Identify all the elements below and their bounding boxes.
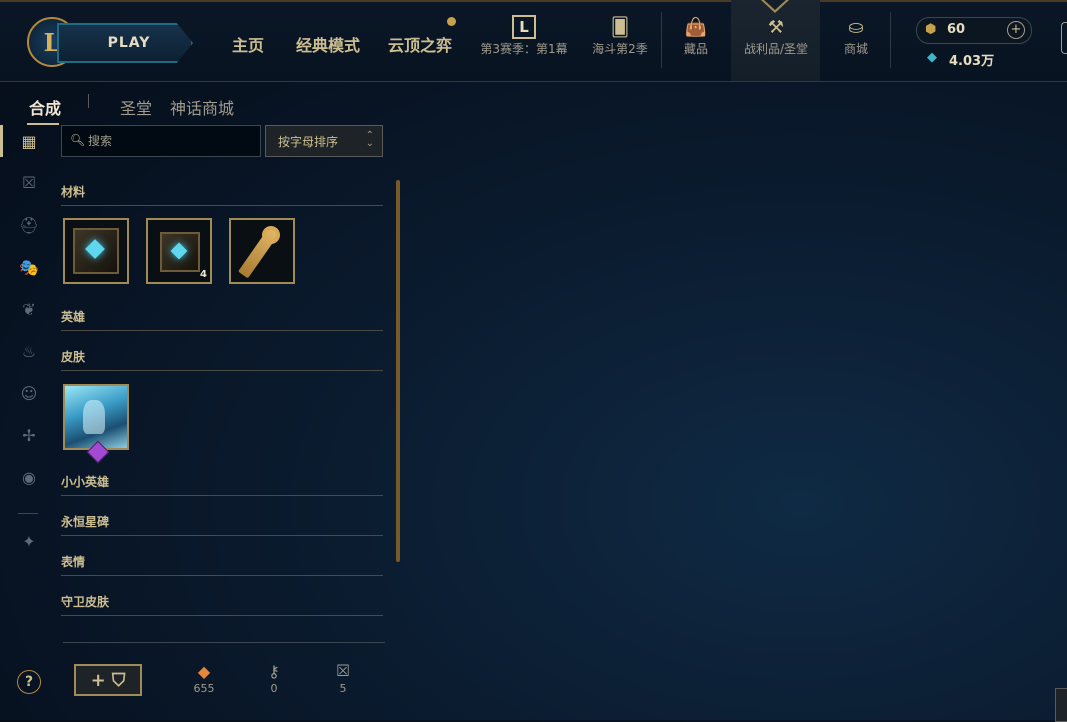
section-ward-skins[interactable]: 守卫皮肤 xyxy=(61,593,383,616)
section-skins[interactable]: 皮肤 xyxy=(61,348,383,371)
section-eternals[interactable]: 永恒星碑 xyxy=(61,513,383,536)
play-button[interactable]: PLAY xyxy=(57,23,193,63)
nav-divider xyxy=(661,12,662,68)
item-count: 4 xyxy=(200,269,207,280)
cards-icon: 🂠 xyxy=(610,16,630,38)
loot-item-key[interactable] xyxy=(229,218,295,284)
key-fragment-icon: ⚷ xyxy=(268,661,280,681)
loot-item-skin[interactable] xyxy=(63,384,129,450)
nav-store[interactable]: ⛀ 商城 xyxy=(834,14,878,57)
help-button[interactable]: ? xyxy=(17,670,41,694)
nav-clash-label: 海斗第2季 xyxy=(592,42,648,56)
key-fragment-value: 0 xyxy=(270,682,278,695)
skin-mask-icon[interactable]: 🎭 xyxy=(18,256,40,278)
hextech-chest-icon xyxy=(160,232,200,272)
sort-dropdown[interactable]: 按字母排序 ⌃ ⌄ xyxy=(265,125,383,157)
orange-essence-stat: ◆ 655 xyxy=(184,660,224,696)
nav-divider xyxy=(890,12,891,68)
hextech-chest-icon xyxy=(73,228,119,274)
buy-rp-button[interactable]: + xyxy=(1007,21,1025,39)
section-label: 英雄 xyxy=(61,310,86,324)
section-label: 守卫皮肤 xyxy=(61,595,110,609)
section-champions[interactable]: 英雄 xyxy=(61,308,383,331)
riot-points-value: 60 xyxy=(947,22,966,37)
chest-stat: ⮽ 5 xyxy=(323,660,363,695)
search-icon: 🔍︎ xyxy=(70,133,86,147)
section-emotes[interactable]: 表情 xyxy=(61,553,383,576)
icon-profile-icon[interactable]: ◉ xyxy=(18,466,40,488)
section-little-legends[interactable]: 小小英雄 xyxy=(61,473,383,496)
section-label: 材料 xyxy=(61,185,86,199)
nav-store-label: 商城 xyxy=(843,42,868,56)
riot-points-icon: ⬢ xyxy=(925,22,937,37)
loot-scrollbar[interactable] xyxy=(396,180,400,562)
search-input[interactable] xyxy=(86,131,255,151)
emote-icon[interactable]: ☺ xyxy=(18,382,40,404)
league-l-icon: L xyxy=(512,15,536,39)
section-label: 皮肤 xyxy=(61,350,86,364)
tab-crafting[interactable]: 合成 xyxy=(26,95,61,125)
chest-count-value: 5 xyxy=(339,682,347,695)
notification-dot xyxy=(447,17,456,26)
nav-season-pass[interactable]: L 第3赛季：第1幕 xyxy=(480,14,568,57)
eternals-flame-icon[interactable]: ♨ xyxy=(18,340,40,362)
little-legend-icon[interactable]: ❦ xyxy=(18,298,40,320)
chevron-updown-icon: ⌃ ⌄ xyxy=(365,130,374,149)
loot-item-chest[interactable]: 4 xyxy=(146,218,212,284)
store-icon: ⛀ xyxy=(848,16,864,38)
nav-classic-mode[interactable]: 经典模式 xyxy=(296,32,360,56)
loot-icon: ⚒ xyxy=(767,16,785,38)
nav-tft[interactable]: 云顶之弈 xyxy=(388,32,452,56)
footer-divider xyxy=(63,642,385,643)
section-materials[interactable]: 材料 xyxy=(61,183,383,206)
section-label: 表情 xyxy=(61,555,86,569)
grid-all-icon[interactable]: ▦ xyxy=(18,130,40,152)
nav-season-pass-label: 第3赛季：第1幕 xyxy=(480,42,568,56)
nav-loot-label: 战利品/圣堂 xyxy=(743,42,809,56)
key-fragment-stat: ⚷ 0 xyxy=(254,660,294,696)
blue-essence-value: 4.03万 xyxy=(949,54,995,69)
orange-essence-icon: ◆ xyxy=(197,661,211,681)
corner-panel-handle[interactable] xyxy=(1055,688,1067,722)
loot-item-chest[interactable] xyxy=(63,218,129,284)
section-label: 永恒星碑 xyxy=(61,515,110,529)
other-loot-icon[interactable]: ✦ xyxy=(18,530,40,552)
social-panel-handle[interactable] xyxy=(1061,22,1067,54)
tab-mythic-shop[interactable]: 神话商城 xyxy=(170,95,234,119)
bag-icon: 👜 xyxy=(684,16,708,38)
nav-home[interactable]: 主页 xyxy=(232,32,264,56)
play-button-label: PLAY xyxy=(107,35,151,51)
chest-filter-icon[interactable]: ⮽ xyxy=(18,172,40,194)
subtab-divider xyxy=(88,94,89,108)
skin-portrait xyxy=(65,386,127,448)
sort-dropdown-label: 按字母排序 xyxy=(278,135,339,149)
ward-icon[interactable]: ✢ xyxy=(18,424,40,446)
search-box[interactable]: 🔍︎ xyxy=(61,125,261,157)
rail-divider xyxy=(18,513,38,514)
champion-helmet-icon[interactable]: ⛑ xyxy=(18,214,40,236)
tab-sanctum[interactable]: 圣堂 xyxy=(120,95,152,119)
rail-active-indicator xyxy=(0,125,3,157)
section-label: 小小英雄 xyxy=(61,475,110,489)
blue-essence-icon: ◆ xyxy=(927,50,937,65)
orange-essence-value: 655 xyxy=(193,682,215,695)
nav-collection-label: 藏品 xyxy=(683,42,708,56)
chest-icon: ⮽ xyxy=(336,661,350,680)
nav-clash[interactable]: 🂠 海斗第2季 xyxy=(590,14,650,57)
nav-loot[interactable]: ⚒ 战利品/圣堂 xyxy=(736,14,816,57)
craft-key-button[interactable]: + ⛉ xyxy=(74,664,142,696)
nav-collection[interactable]: 👜 藏品 xyxy=(670,14,722,57)
